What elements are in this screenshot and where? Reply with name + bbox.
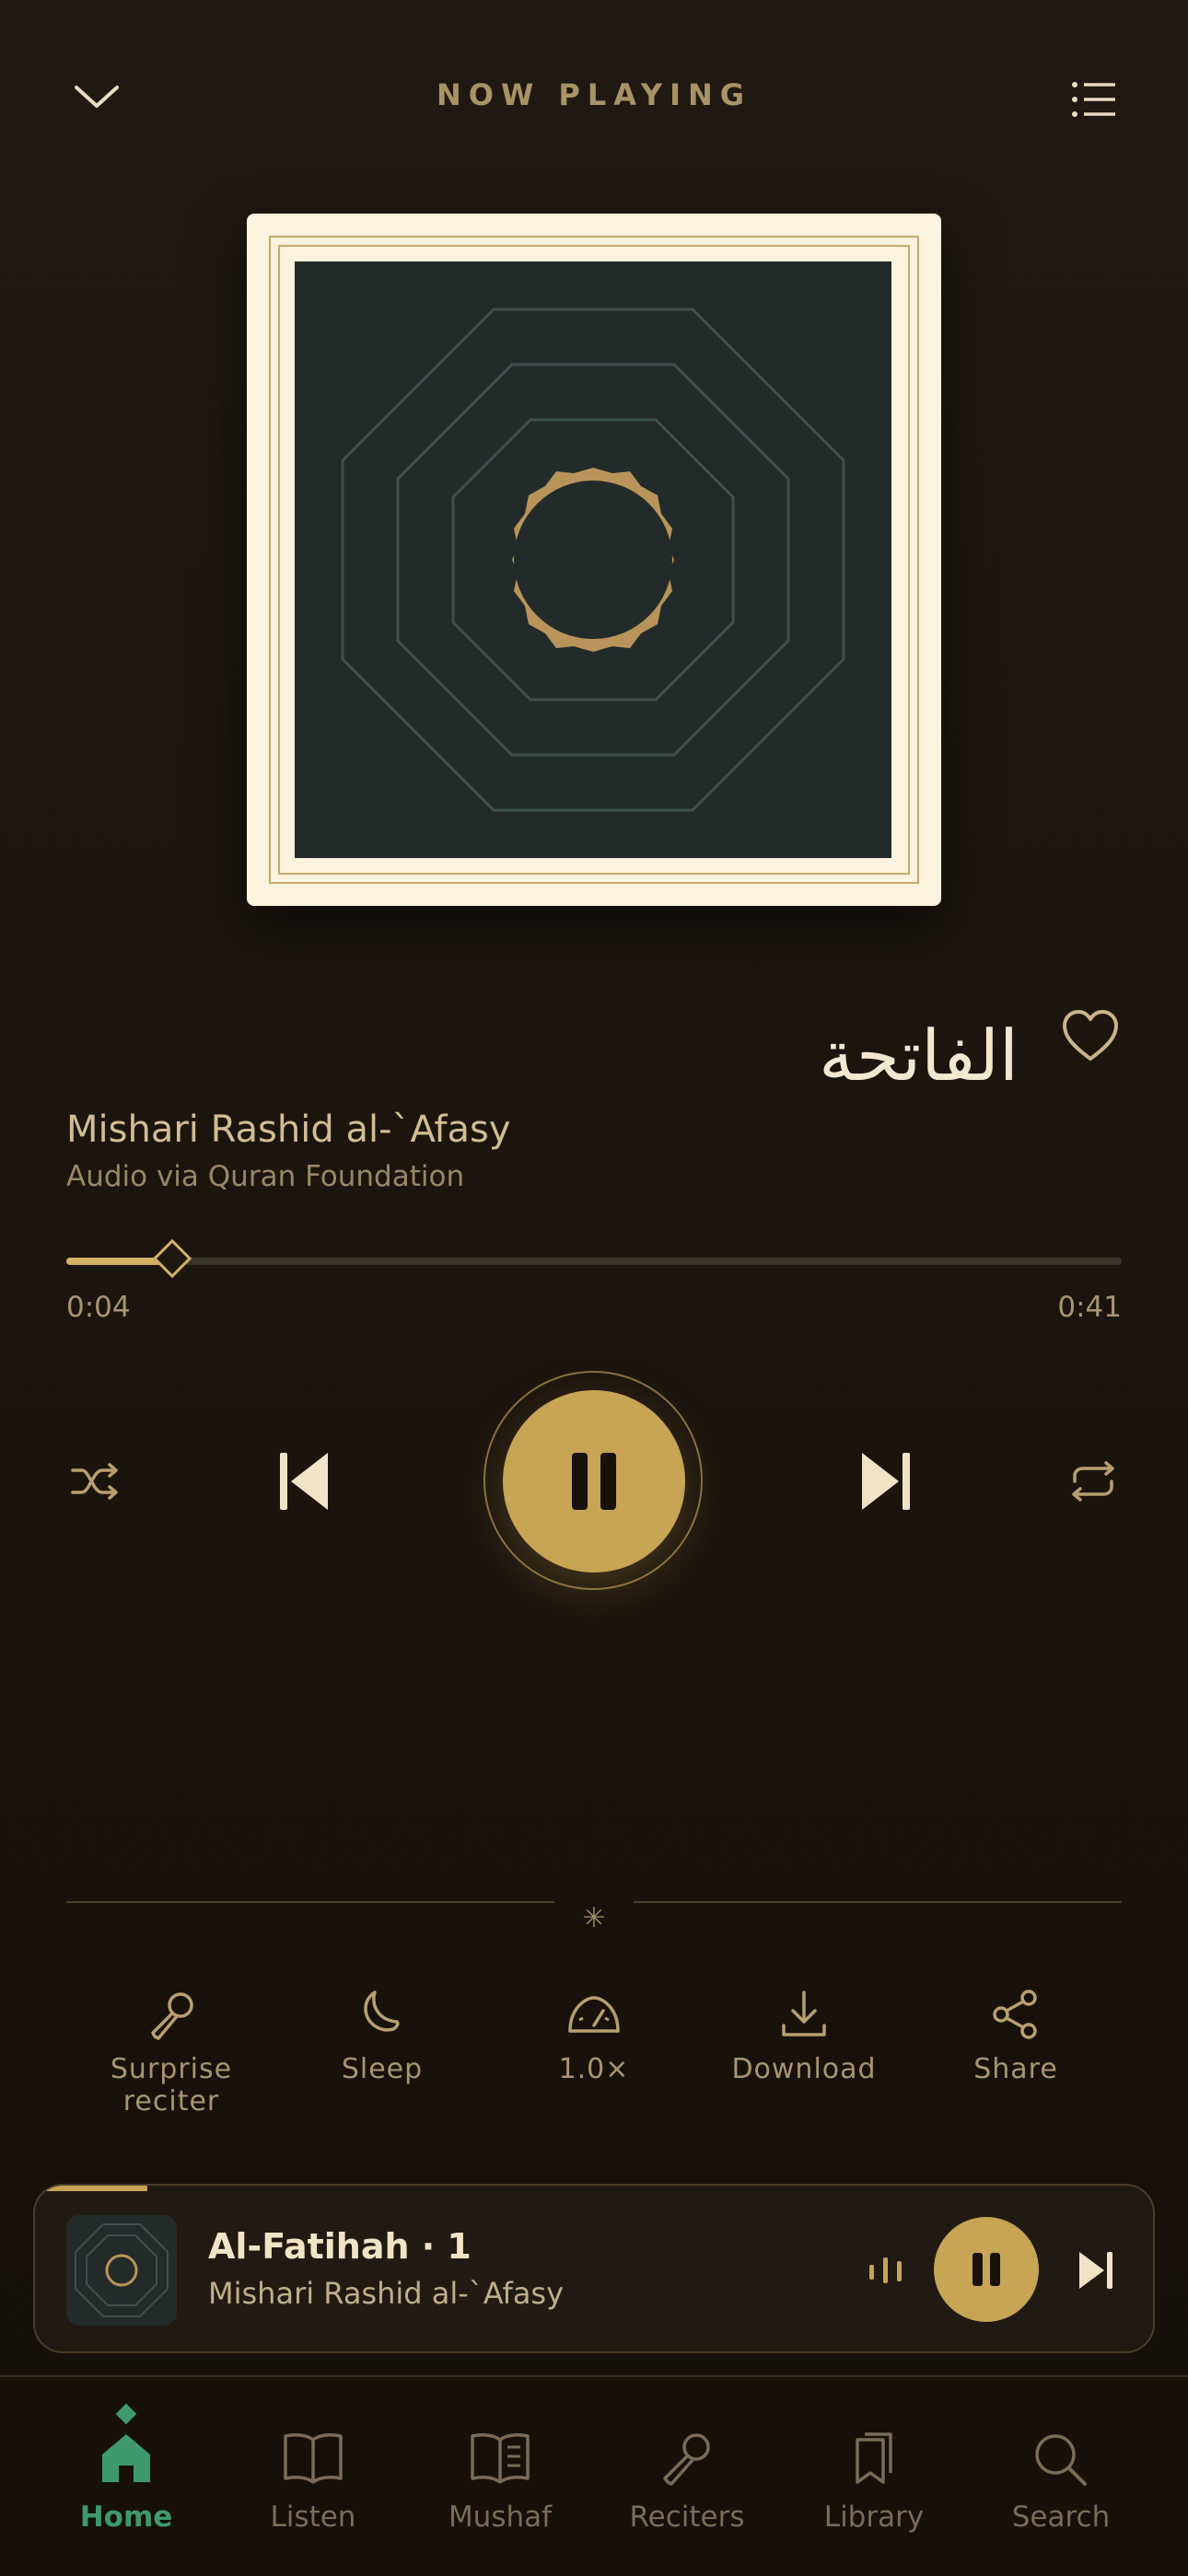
pause-icon — [973, 2253, 1000, 2286]
speedometer-icon — [568, 1996, 620, 2033]
action-label: Surprise reciter — [110, 2053, 233, 2118]
surprise-reciter-button[interactable]: Surprise reciter — [70, 1989, 273, 2118]
playback-speed-button[interactable]: 1.0× — [493, 1989, 695, 2085]
next-button[interactable] — [849, 1442, 923, 1521]
album-artwork — [247, 214, 941, 906]
tab-label: Search — [1011, 2501, 1111, 2534]
shuffle-icon — [71, 1463, 118, 1500]
mini-player-artwork — [66, 2215, 177, 2326]
queue-button[interactable] — [1068, 74, 1120, 125]
share-button[interactable]: Share — [914, 1989, 1117, 2085]
reciter-name: Mishari Rashid al-`Afasy — [66, 1108, 511, 1151]
mushaf-icon — [471, 2433, 530, 2484]
microphone-icon — [663, 2433, 710, 2486]
action-label: Download — [731, 2053, 877, 2085]
skip-next-icon — [1079, 2252, 1112, 2289]
action-label: Sleep — [341, 2053, 424, 2085]
repeat-icon — [1072, 1461, 1114, 1502]
page-title: NOW PLAYING — [436, 77, 752, 112]
divider-ornament: ✳ — [582, 1902, 606, 1934]
skip-previous-icon — [280, 1453, 328, 1510]
tab-reciters[interactable]: Reciters — [595, 2431, 779, 2534]
tab-library[interactable]: Library — [782, 2431, 966, 2534]
share-icon — [993, 1990, 1037, 2039]
progress-slider[interactable] — [66, 1258, 1122, 1265]
tab-label: Library — [823, 2501, 925, 2534]
action-label: Share — [973, 2053, 1058, 2085]
moon-icon — [364, 1990, 400, 2032]
home-icon — [102, 2434, 150, 2482]
tab-label: Mushaf — [448, 2501, 553, 2534]
action-label: 1.0× — [558, 2053, 630, 2085]
mini-player-next-button[interactable] — [1070, 2246, 1122, 2294]
microphone-icon — [151, 1992, 193, 2040]
list-icon — [1072, 82, 1115, 117]
equalizer-icon — [868, 2252, 904, 2289]
pause-button[interactable] — [503, 1390, 685, 1572]
mini-player-progress — [35, 2186, 147, 2191]
audio-source: Audio via Quran Foundation — [66, 1160, 465, 1193]
progress-thumb[interactable] — [152, 1238, 192, 1279]
tab-listen[interactable]: Listen — [221, 2431, 405, 2534]
tab-mushaf[interactable]: Mushaf — [408, 2431, 592, 2534]
tab-search[interactable]: Search — [969, 2431, 1153, 2534]
mini-player-pause-button[interactable] — [934, 2217, 1039, 2322]
surah-title-arabic: الفاتحة — [819, 1015, 1019, 1097]
total-duration: 0:41 — [1057, 1291, 1122, 1324]
favorite-button[interactable] — [1055, 1005, 1125, 1066]
heart-icon — [1063, 1010, 1118, 1061]
artwork-pattern — [295, 261, 891, 858]
previous-button[interactable] — [267, 1442, 341, 1521]
pause-icon — [572, 1453, 616, 1510]
mini-player-subtitle: Mishari Rashid al-`Afasy — [208, 2276, 565, 2311]
sleep-timer-button[interactable]: Sleep — [281, 1989, 483, 2085]
divider-left — [66, 1901, 554, 1903]
repeat-button[interactable] — [1061, 1451, 1125, 1512]
skip-next-icon — [862, 1453, 910, 1510]
tab-label: Home — [79, 2501, 173, 2534]
bookmark-icon — [856, 2432, 892, 2484]
tab-label: Listen — [270, 2501, 356, 2534]
shuffle-button[interactable] — [63, 1451, 127, 1512]
download-button[interactable]: Download — [703, 1989, 905, 2085]
divider-right — [634, 1901, 1122, 1903]
search-icon — [1035, 2434, 1087, 2486]
download-icon — [782, 1990, 826, 2036]
tab-home[interactable]: Home — [34, 2431, 218, 2534]
elapsed-time: 0:04 — [66, 1291, 131, 1324]
mini-player-title: Al-Fatihah · 1 — [208, 2226, 472, 2267]
open-book-icon — [284, 2433, 343, 2484]
mini-player[interactable]: Al-Fatihah · 1 Mishari Rashid al-`Afasy — [33, 2184, 1155, 2353]
tab-label: Reciters — [629, 2501, 745, 2534]
tab-bar: Home Listen Mushaf Reciters Library Sear… — [0, 2375, 1188, 2576]
